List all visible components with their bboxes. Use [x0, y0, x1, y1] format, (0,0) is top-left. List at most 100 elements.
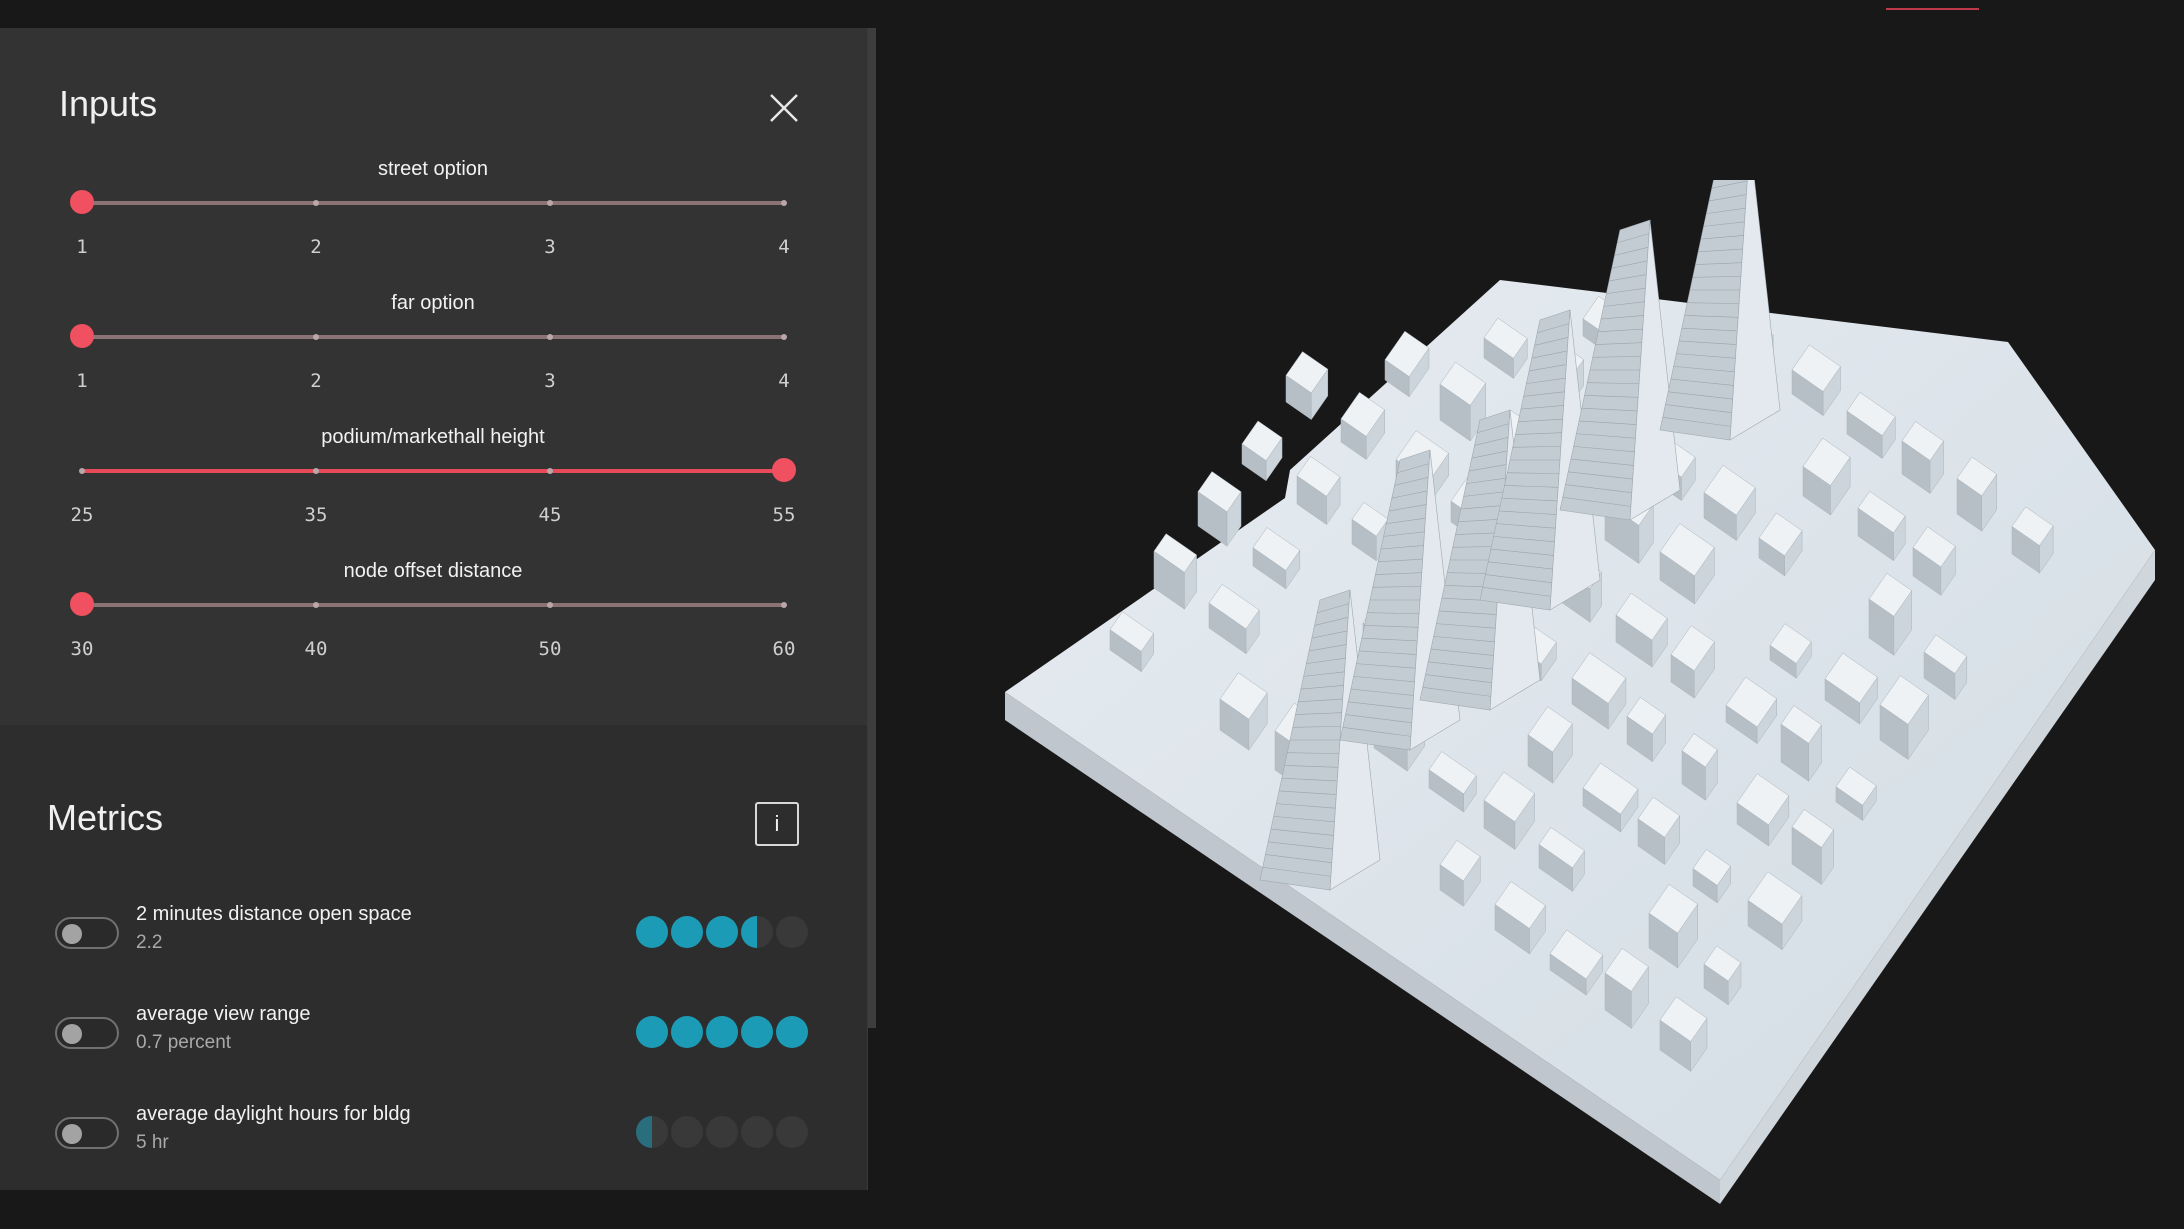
slider-label: street option [377, 158, 489, 180]
slider-stop [313, 468, 319, 474]
slider-track[interactable] [70, 592, 787, 616]
slider-track[interactable] [70, 190, 787, 214]
toggle-knob [62, 1124, 82, 1144]
slider-tick-label: 2 [310, 370, 322, 392]
rating-dot [671, 916, 703, 948]
rating-fill [741, 1016, 773, 1048]
slider-ticks: 25 35 45 55 [71, 504, 796, 528]
slider-stop [79, 468, 85, 474]
info-icon: i [774, 811, 780, 836]
rating-fill [636, 916, 668, 948]
metric-value: 0.7 percent [136, 1032, 232, 1053]
slider-stop [781, 200, 787, 206]
slider-tick-label: 3 [544, 236, 556, 258]
close-icon [770, 94, 798, 122]
rating-dot [776, 1116, 808, 1148]
metric-toggle[interactable] [55, 1017, 119, 1049]
slider-label: far option [391, 292, 475, 314]
metric-toggle[interactable] [55, 1117, 119, 1149]
slider-stop [781, 602, 787, 608]
rating-dot [706, 1016, 738, 1048]
metric-name: 2 minutes distance open space [136, 903, 412, 925]
toggle-knob [62, 924, 82, 944]
app-window: Inputs street option 1 2 3 4 far option 1 2 3… [0, 0, 2184, 1229]
slider-ticks: 1 2 3 4 [76, 370, 789, 394]
rating-dot [706, 916, 738, 948]
metrics-title: Metrics [47, 797, 163, 838]
building [1241, 420, 1283, 482]
slider-stop [313, 334, 319, 340]
rating-dot [741, 1016, 773, 1048]
slider-stop [547, 468, 553, 474]
rating-fill [671, 1016, 703, 1048]
panel-scrollbar[interactable] [868, 28, 876, 1028]
rating-fill [706, 1016, 738, 1048]
info-button[interactable]: i [755, 802, 799, 846]
close-button[interactable] [762, 86, 806, 130]
rating-fill [636, 1116, 652, 1148]
rating-dot [776, 1016, 808, 1048]
slider-tick-label: 2 [310, 236, 322, 258]
metrics-section: Metrics i 2 minutes distance open space … [0, 725, 867, 1190]
slider-fill [82, 469, 784, 473]
slider-tick-label: 4 [778, 236, 790, 258]
inputs-title: Inputs [59, 83, 158, 124]
slider-label: node offset distance [343, 560, 523, 582]
slider-thumb[interactable] [70, 324, 94, 348]
rating-dot [636, 1116, 668, 1148]
rating-dot [741, 1116, 773, 1148]
metric-name: average view range [136, 1003, 311, 1025]
slider-3[interactable]: node offset distance 30 40 50 60 [60, 560, 806, 694]
slider-stop [313, 602, 319, 608]
building [1285, 351, 1329, 421]
rating-dot [636, 1016, 668, 1048]
slider-tick-label: 40 [304, 638, 328, 660]
rating-dot [776, 916, 808, 948]
control-panel: Inputs street option 1 2 3 4 far option 1 2 3… [0, 28, 868, 1190]
slider-tick-label: 3 [544, 370, 556, 392]
slider-tick-label: 25 [70, 504, 94, 526]
metric-value: 2.2 [136, 932, 163, 953]
slider-stop [781, 334, 787, 340]
metric-rating [636, 1116, 811, 1150]
rating-dot [636, 916, 668, 948]
slider-label: podium/markethall height [321, 426, 545, 448]
slider-track[interactable] [70, 324, 787, 348]
slider-tick-label: 45 [538, 504, 562, 526]
slider-track[interactable] [79, 458, 796, 482]
slider-tick-label: 55 [772, 504, 796, 526]
metric-row: 2 minutes distance open space 2.2 [0, 903, 867, 973]
metric-row: average daylight hours for bldg 5 hr [0, 1103, 867, 1173]
metric-toggle[interactable] [55, 917, 119, 949]
building [1197, 471, 1242, 547]
rating-dot [671, 1116, 703, 1148]
slider-stop [547, 334, 553, 340]
slider-ticks: 1 2 3 4 [76, 236, 789, 260]
rating-dot [706, 1116, 738, 1148]
rating-dot [741, 916, 773, 948]
slider-2[interactable]: podium/markethall height 25 35 45 55 [60, 426, 806, 560]
slider-tick-label: 30 [70, 638, 94, 660]
metric-value: 5 hr [136, 1132, 169, 1153]
slider-tick-label: 60 [772, 638, 796, 660]
rating-fill [776, 1016, 808, 1048]
slider-tick-label: 1 [76, 370, 88, 392]
slider-stop [313, 200, 319, 206]
rating-fill [706, 916, 738, 948]
toggle-knob [62, 1024, 82, 1044]
metric-name: average daylight hours for bldg [136, 1103, 411, 1125]
slider-thumb[interactable] [70, 592, 94, 616]
metric-rating [636, 916, 811, 950]
3d-city-viewport[interactable] [960, 180, 2160, 1210]
slider-thumb[interactable] [772, 458, 796, 482]
metric-rating [636, 1016, 811, 1050]
slider-tick-label: 35 [304, 504, 328, 526]
rating-fill [741, 916, 757, 948]
rating-fill [636, 1016, 668, 1048]
slider-0[interactable]: street option 1 2 3 4 [60, 158, 806, 292]
slider-1[interactable]: far option 1 2 3 4 [60, 292, 806, 426]
slider-tick-label: 50 [538, 638, 562, 660]
slider-thumb[interactable] [70, 190, 94, 214]
slider-stop [547, 200, 553, 206]
metric-row: average view range 0.7 percent [0, 1003, 867, 1073]
